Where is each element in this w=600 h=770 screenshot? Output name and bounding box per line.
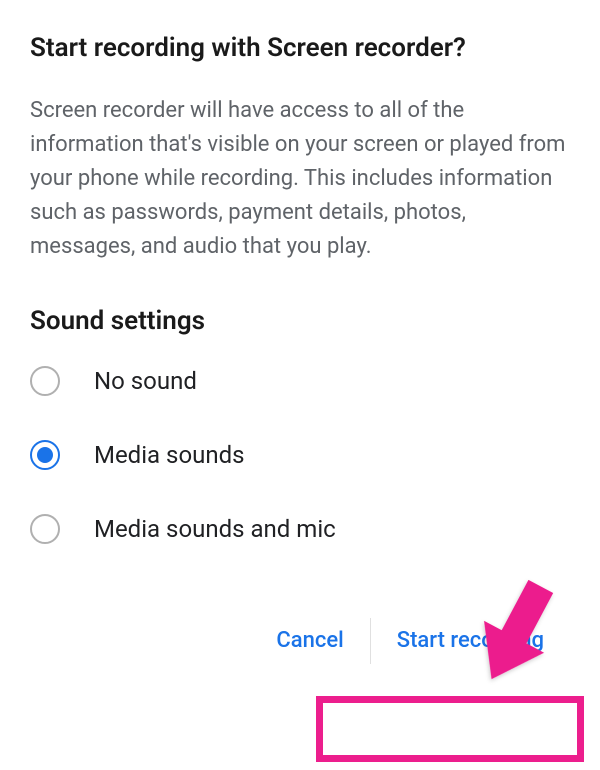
radio-icon	[30, 440, 60, 470]
radio-option-media-sounds-and-mic[interactable]: Media sounds and mic	[30, 514, 570, 544]
radio-icon	[30, 514, 60, 544]
radio-option-media-sounds[interactable]: Media sounds	[30, 440, 570, 470]
cancel-button[interactable]: Cancel	[250, 612, 369, 669]
annotation-highlight-box	[316, 696, 584, 762]
radio-label: No sound	[94, 367, 197, 395]
radio-icon	[30, 366, 60, 396]
start-recording-button[interactable]: Start recording	[371, 612, 570, 669]
dialog-title: Start recording with Screen recorder?	[30, 32, 570, 66]
dialog-actions: Cancel Start recording	[30, 612, 570, 669]
radio-label: Media sounds and mic	[94, 515, 336, 543]
radio-label: Media sounds	[94, 441, 245, 469]
sound-settings-heading: Sound settings	[30, 306, 570, 336]
dialog-description: Screen recorder will have access to all …	[30, 94, 570, 264]
radio-option-no-sound[interactable]: No sound	[30, 366, 570, 396]
sound-settings-radio-group: No sound Media sounds Media sounds and m…	[30, 366, 570, 544]
